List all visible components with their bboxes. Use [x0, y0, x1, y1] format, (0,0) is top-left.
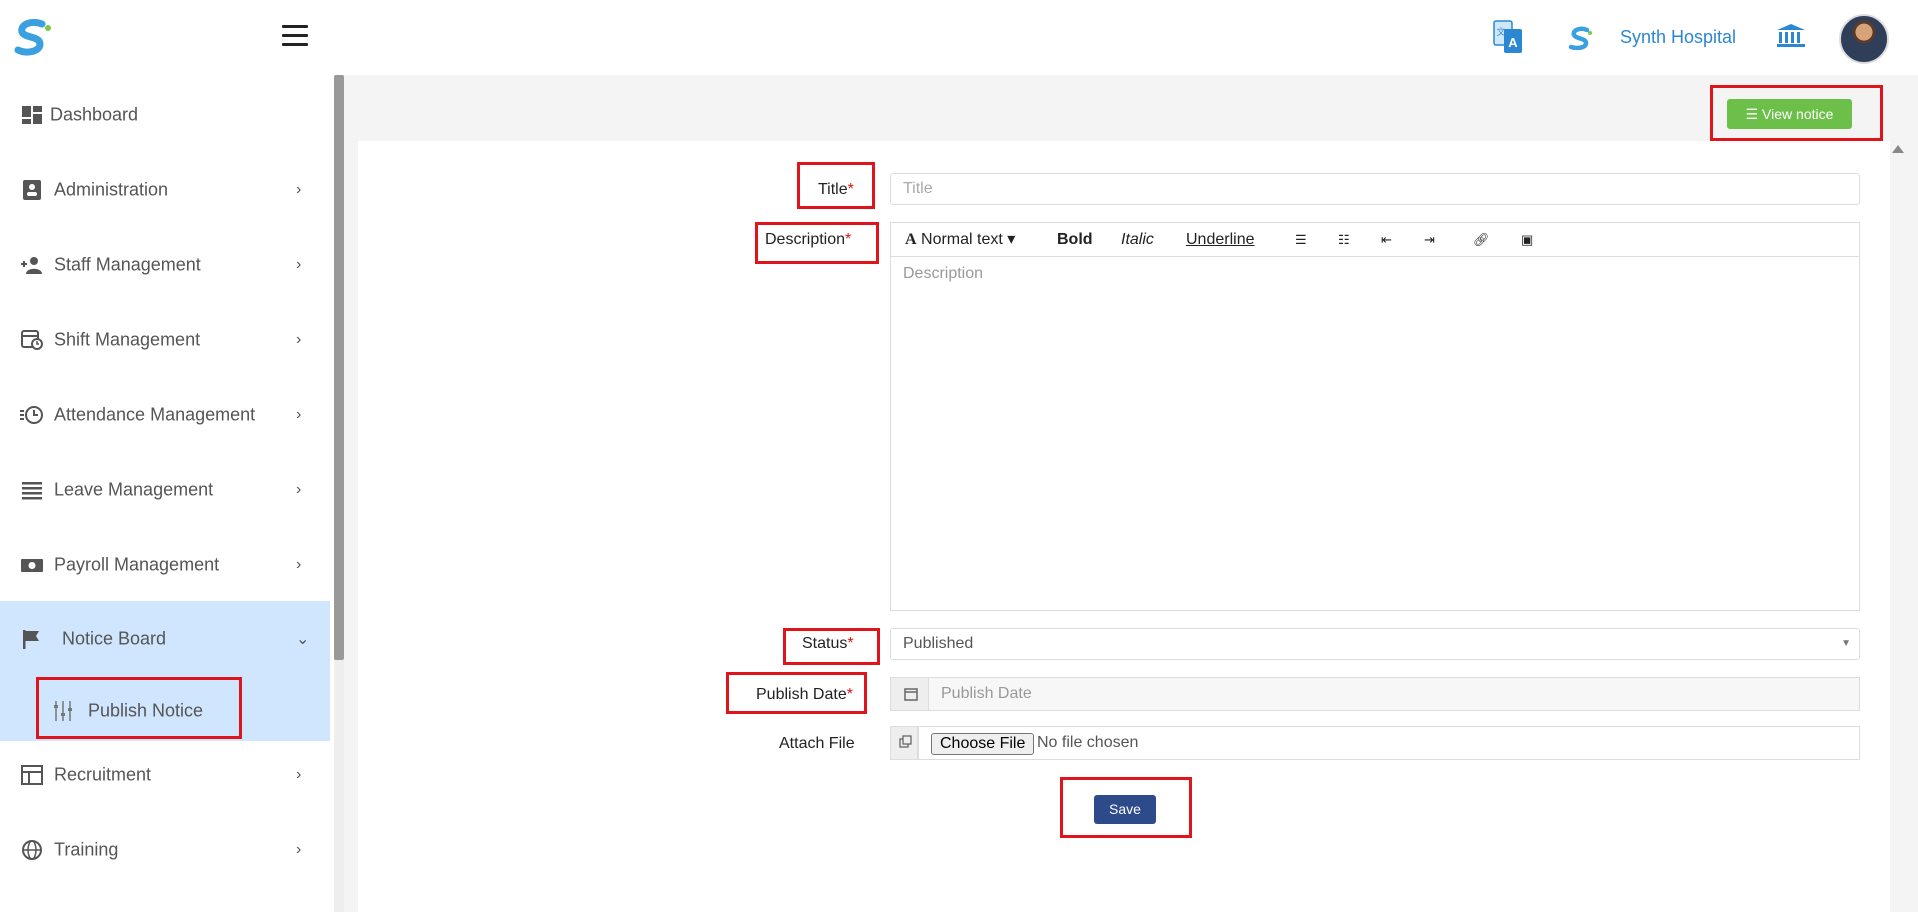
sidebar-item-label: Leave Management [54, 479, 214, 500]
logo-icon[interactable] [14, 18, 52, 58]
avatar[interactable] [1839, 14, 1889, 64]
chevron-right-icon: › [296, 181, 302, 198]
chevron-right-icon: › [296, 331, 302, 348]
bold-button[interactable]: Bold [1057, 223, 1093, 257]
sidebar-item-recruitment[interactable]: Recruitment › [0, 745, 330, 805]
chevron-down-icon: ⌄ [296, 631, 310, 648]
sidebar-item-staff-management[interactable]: Staff Management › [0, 235, 330, 295]
sidebar-item-training[interactable]: Training › [0, 820, 330, 880]
svg-text:A: A [1508, 35, 1518, 50]
calendar-icon[interactable] [890, 677, 930, 711]
sub-item-label: Publish Notice [88, 700, 204, 721]
editor-toolbar: A Normal text ▾ Bold Italic Underline ☰ … [890, 222, 1860, 256]
sidebar-item-publish-notice[interactable]: Publish Notice [38, 681, 240, 741]
status-select[interactable]: Published ▼ [890, 628, 1860, 660]
flag-icon [23, 630, 39, 649]
scrollbar-thumb[interactable] [334, 75, 344, 660]
users-icon [21, 257, 42, 274]
chevron-down-icon: ▼ [1841, 638, 1851, 649]
unordered-list-icon[interactable]: ☰ [1295, 223, 1307, 257]
view-notice-label: View notice [1762, 106, 1834, 122]
sliders-icon [54, 701, 72, 721]
hospital-name[interactable]: Synth Hospital [1620, 27, 1736, 48]
status-label: Status* [802, 635, 854, 652]
scroll-up-icon[interactable] [1892, 145, 1904, 153]
id-card-icon [23, 180, 41, 200]
view-notice-button[interactable]: ☰ View notice [1727, 99, 1852, 129]
chevron-right-icon: › [296, 841, 302, 858]
image-icon[interactable]: ▣ [1521, 223, 1533, 257]
sidebar-item-attendance-management[interactable]: Attendance Management › [0, 385, 330, 445]
sidebar-item-dashboard[interactable]: Dashboard [0, 85, 330, 145]
italic-button[interactable]: Italic [1121, 223, 1154, 257]
publish-date-label: Publish Date* [756, 686, 853, 703]
sidebar-item-administration[interactable]: Administration › [0, 160, 330, 220]
money-icon [21, 559, 43, 572]
calendar-clock-icon [21, 330, 43, 350]
ordered-list-icon[interactable]: ☷ [1338, 223, 1350, 257]
save-button[interactable]: Save [1094, 795, 1156, 824]
svg-text:文: 文 [1496, 26, 1505, 37]
no-file-text: No file chosen [1037, 734, 1139, 751]
brand-icon [1568, 26, 1592, 50]
publish-date-group: Publish Date [890, 677, 1860, 711]
sidebar-item-label: Dashboard [50, 104, 139, 125]
description-editor[interactable]: Description [890, 256, 1860, 611]
sidebar-item-label: Training [54, 839, 119, 860]
menu-icon[interactable] [282, 25, 308, 47]
sidebar-item-label: Administration [54, 179, 169, 200]
top-bar: A 文 Synth Hospital [0, 0, 1918, 75]
list-icon: ☰ [1745, 106, 1763, 122]
sidebar-item-label: Notice Board [62, 628, 167, 649]
chevron-right-icon: › [296, 481, 302, 498]
underline-button[interactable]: Underline [1186, 223, 1254, 257]
sidebar-item-shift-management[interactable]: Shift Management › [0, 310, 330, 370]
choose-file-button[interactable]: Choose File [931, 733, 1035, 755]
title-input[interactable]: Title [890, 173, 1860, 205]
sidebar: Dashboard Administration › Staff Managem… [0, 75, 330, 912]
table-icon [21, 765, 43, 785]
bank-icon[interactable] [1776, 23, 1806, 49]
history-icon [20, 406, 43, 424]
sidebar-item-label: Recruitment [54, 764, 152, 785]
indent-icon[interactable]: ⇥ [1424, 223, 1435, 257]
outdent-icon[interactable]: ⇤ [1381, 223, 1392, 257]
file-input[interactable]: Choose File No file chosen [918, 726, 1860, 760]
attach-file-group: Choose File No file chosen [890, 726, 1860, 760]
sidebar-item-label: Attendance Management [54, 404, 256, 425]
normal-text-dropdown[interactable]: A Normal text ▾ [905, 223, 1015, 257]
sidebar-item-leave-management[interactable]: Leave Management › [0, 460, 330, 520]
publish-date-input[interactable]: Publish Date [928, 677, 1860, 711]
chevron-right-icon: › [296, 406, 302, 423]
attach-file-label: Attach File [779, 735, 855, 752]
title-label: Title* [818, 181, 854, 198]
chevron-right-icon: › [296, 766, 302, 783]
sidebar-item-notice-board[interactable]: Notice Board ⌄ Publish Notice [0, 601, 330, 741]
chevron-right-icon: › [296, 256, 302, 273]
chevron-right-icon: › [296, 556, 302, 573]
translate-icon[interactable]: A 文 [1492, 19, 1524, 55]
dashboard-icon [22, 106, 42, 124]
link-icon[interactable]: 🔗︎ [1473, 223, 1490, 257]
globe-icon [22, 840, 42, 860]
copy-icon [890, 726, 918, 760]
description-label: Description* [765, 231, 852, 248]
sidebar-item-label: Staff Management [54, 254, 201, 275]
list-icon [22, 482, 42, 500]
sidebar-scrollbar[interactable] [334, 75, 344, 912]
sidebar-item-payroll-management[interactable]: Payroll Management › [0, 535, 330, 595]
sidebar-item-label: Shift Management [54, 329, 201, 350]
sidebar-item-label: Payroll Management [54, 554, 220, 575]
